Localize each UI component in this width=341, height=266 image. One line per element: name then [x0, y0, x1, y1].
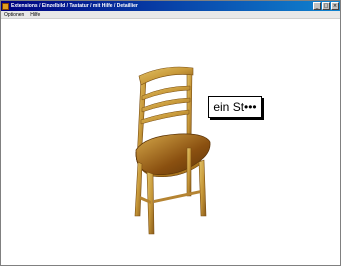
menu-bar: Optionen Hilfe	[1, 11, 340, 19]
picture-area: ein St•••	[1, 20, 340, 265]
maximize-button[interactable]: □	[322, 2, 330, 10]
app-icon	[2, 2, 9, 10]
window-controls: _ □ ×	[313, 2, 339, 10]
menu-help[interactable]: Hilfe	[30, 11, 40, 18]
menu-options[interactable]: Optionen	[4, 11, 24, 18]
minimize-button[interactable]: _	[313, 2, 321, 10]
close-button[interactable]: ×	[331, 2, 339, 10]
window-title: Extensions / Einzelbild / Tastatur / mit…	[11, 3, 138, 9]
app-window: Extensions / Einzelbild / Tastatur / mit…	[0, 0, 341, 266]
chair-picture	[134, 66, 211, 235]
speech-bubble: ein St•••	[208, 96, 262, 118]
title-bar[interactable]: Extensions / Einzelbild / Tastatur / mit…	[1, 1, 340, 11]
